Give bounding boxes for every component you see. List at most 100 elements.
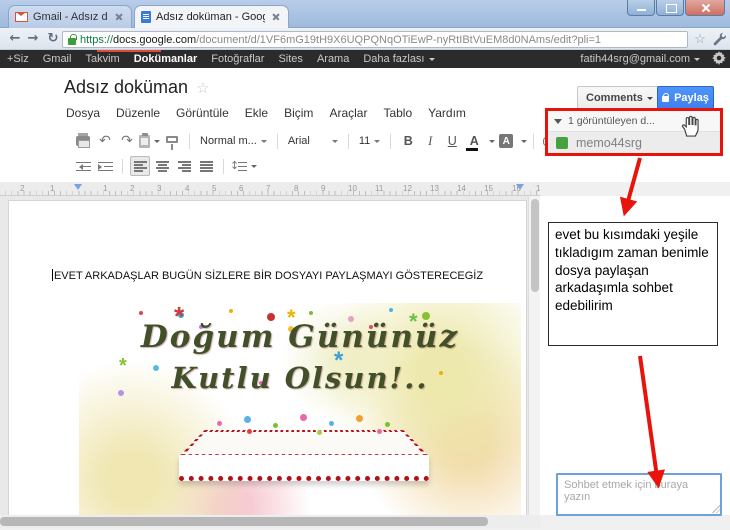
- gmail-icon: [15, 12, 28, 22]
- menu-help[interactable]: Yardım: [420, 103, 474, 123]
- bold-button[interactable]: B: [398, 131, 418, 151]
- forward-icon[interactable]: [24, 28, 42, 50]
- birthday-image[interactable]: Doğum Gününüz Kutlu Olsun!..: [79, 303, 521, 515]
- chevron-down-icon: [646, 96, 653, 103]
- account-menu[interactable]: fatih44srg@gmail.com: [580, 50, 700, 68]
- toolbar-separator: [347, 133, 349, 149]
- toolbar-separator: [223, 158, 224, 174]
- menu-insert[interactable]: Ekle: [237, 103, 276, 123]
- chevron-down-icon: [251, 165, 257, 171]
- menu-edit[interactable]: Düzenle: [108, 103, 168, 123]
- google-docs-icon: [141, 11, 151, 23]
- reload-icon[interactable]: [44, 28, 62, 50]
- tab-close-icon[interactable]: [113, 11, 125, 23]
- tab-strip: Gmail - Adsız doküman (fatih4 Adsız dokü…: [0, 0, 730, 28]
- menu-bar: Dosya Düzenle Görüntüle Ekle Biçim Araçl…: [58, 103, 474, 123]
- ruler-number: 17: [536, 184, 540, 193]
- ssl-lock-icon: [68, 33, 77, 45]
- document-title[interactable]: Adsız doküman: [64, 77, 210, 98]
- justify-button[interactable]: [196, 156, 216, 176]
- menu-format[interactable]: Biçim: [276, 103, 321, 123]
- chevron-down-icon[interactable]: [521, 140, 528, 146]
- align-center-button[interactable]: [152, 156, 172, 176]
- back-icon[interactable]: [6, 28, 24, 50]
- chevron-down-icon: [374, 140, 381, 146]
- redo-icon[interactable]: [117, 131, 137, 151]
- gbar-item-plus-you[interactable]: +Siz: [0, 50, 36, 68]
- menu-tools[interactable]: Araçlar: [321, 103, 375, 123]
- viewer-presence-square: [556, 136, 568, 149]
- paragraph-toolbar: [72, 154, 258, 178]
- chat-input[interactable]: [556, 473, 722, 516]
- ruler-number: 1: [50, 184, 55, 193]
- menu-table[interactable]: Tablo: [375, 103, 420, 123]
- gbar-item-documents[interactable]: Dokümanlar: [127, 50, 205, 68]
- gbar-item-calendar[interactable]: Takvim: [78, 50, 126, 68]
- chevron-down-icon: [428, 58, 435, 64]
- share-button[interactable]: Paylaş: [657, 86, 714, 109]
- paragraph-style-dropdown[interactable]: Normal m...: [196, 135, 271, 147]
- left-margin-marker[interactable]: [74, 184, 82, 194]
- tab-gmail[interactable]: Gmail - Adsız doküman (fatih4: [8, 5, 132, 28]
- italic-button[interactable]: I: [420, 131, 440, 151]
- ruler-number: 7: [266, 184, 271, 193]
- ruler[interactable]: 211234567891011121314151617: [0, 182, 540, 196]
- comments-button[interactable]: Comments: [577, 86, 662, 109]
- ruler-number: 8: [294, 184, 299, 193]
- window-controls: [626, 0, 725, 16]
- star-document-icon[interactable]: [196, 80, 209, 97]
- address-bar[interactable]: https://docs.google.com/document/d/1VF6m…: [62, 31, 688, 48]
- ruler-number: 3: [157, 184, 162, 193]
- menu-view[interactable]: Görüntüle: [168, 103, 237, 123]
- ruler-number: 4: [185, 184, 190, 193]
- annotation-note: evet bu kısımdaki yeşile tıkladıgım zama…: [548, 222, 718, 346]
- document-page[interactable]: EVET ARKADAŞLAR BUGÜN SİZLERE BİR DOSYAY…: [8, 200, 527, 515]
- gbar-item-search[interactable]: Arama: [310, 50, 356, 68]
- ruler-number: 5: [212, 184, 217, 193]
- tab-title: Gmail - Adsız doküman (fatih4: [33, 11, 108, 23]
- horizontal-scrollbar[interactable]: [0, 515, 540, 528]
- bookmark-star-icon[interactable]: [690, 28, 710, 50]
- bottom-strip: [540, 515, 730, 530]
- font-size-dropdown[interactable]: 11: [355, 135, 384, 147]
- vertical-scrollbar-thumb[interactable]: [531, 199, 539, 292]
- account-email: fatih44srg@gmail.com: [580, 53, 690, 65]
- paste-icon[interactable]: [139, 131, 160, 151]
- minimize-button[interactable]: [627, 0, 655, 16]
- tab-docs-active[interactable]: Adsız doküman - Google Dokü: [134, 5, 289, 28]
- toolbar-separator: [533, 133, 535, 149]
- vertical-scrollbar[interactable]: [528, 196, 540, 515]
- chevron-down-icon[interactable]: [489, 140, 496, 146]
- toolbar-separator: [189, 133, 190, 149]
- close-window-button[interactable]: [685, 0, 725, 16]
- underline-button[interactable]: U: [442, 131, 462, 151]
- lock-icon: [662, 92, 670, 102]
- maximize-button[interactable]: [656, 0, 684, 16]
- line-spacing-icon[interactable]: [230, 156, 257, 176]
- print-icon[interactable]: [73, 131, 93, 151]
- undo-icon[interactable]: [95, 131, 115, 151]
- tab-close-icon[interactable]: [270, 11, 282, 23]
- chevron-down-icon: [694, 58, 700, 64]
- ruler-number: 1: [103, 184, 108, 193]
- gbar-item-sites[interactable]: Sites: [271, 50, 309, 68]
- highlight-color-button[interactable]: A: [496, 131, 516, 151]
- indent-icon[interactable]: [95, 156, 115, 176]
- font-dropdown[interactable]: Arial: [284, 135, 342, 147]
- align-left-button[interactable]: [130, 156, 150, 176]
- gbar-item-photos[interactable]: Fotoğraflar: [204, 50, 271, 68]
- menu-file[interactable]: Dosya: [58, 103, 108, 123]
- url-host: docs.google.com: [113, 33, 197, 46]
- text-color-button[interactable]: A: [464, 131, 484, 151]
- horizontal-scrollbar-thumb[interactable]: [0, 517, 488, 526]
- wrench-menu-icon[interactable]: [712, 31, 726, 51]
- ruler-number: 11: [375, 184, 384, 193]
- resize-grip-icon[interactable]: [712, 505, 720, 513]
- align-right-button[interactable]: [174, 156, 194, 176]
- gbar-item-more[interactable]: Daha fazlası: [356, 50, 441, 68]
- document-heading[interactable]: EVET ARKADAŞLAR BUGÜN SİZLERE BİR DOSYAY…: [9, 269, 526, 282]
- paint-format-icon[interactable]: [162, 131, 182, 151]
- gbar-item-gmail[interactable]: Gmail: [36, 50, 79, 68]
- cake-candles: [217, 421, 222, 426]
- outdent-icon[interactable]: [73, 156, 93, 176]
